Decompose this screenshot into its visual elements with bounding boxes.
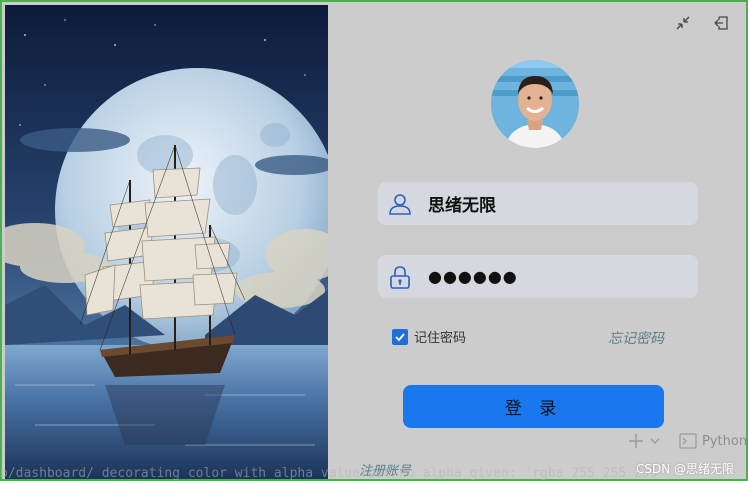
- checkbox-checked[interactable]: [392, 328, 408, 345]
- username-value: 思绪无限: [428, 196, 496, 216]
- csdn-watermark: CSDN @思绪无限: [636, 462, 735, 476]
- lock-icon: [390, 265, 410, 289]
- login-window: 思绪无限 ●●●●●● 记住密码 忘记密码 登 录 注册账号 Python: [0, 0, 748, 481]
- chevron-down-icon[interactable]: [650, 436, 660, 446]
- minimize-button[interactable]: [672, 12, 694, 34]
- terminal-icon: [679, 433, 697, 449]
- forgot-password-link[interactable]: 忘记密码: [608, 328, 664, 348]
- ship-moon-illustration: [5, 5, 328, 479]
- python-terminal-label: Python: [702, 433, 748, 449]
- console-output-text: b/dashboard/ decorating color with alpha…: [0, 466, 658, 481]
- logout-icon: [714, 16, 728, 30]
- login-button[interactable]: 登 录: [403, 385, 664, 428]
- plus-icon[interactable]: [628, 433, 644, 449]
- checkmark-icon: [395, 332, 405, 341]
- password-value: ●●●●●●: [428, 267, 518, 286]
- username-field[interactable]: 思绪无限: [378, 182, 698, 225]
- password-field[interactable]: ●●●●●●: [378, 255, 698, 298]
- python-terminal-tab[interactable]: Python: [679, 433, 748, 449]
- shrink-arrows-icon: [676, 16, 690, 30]
- avatar: [491, 60, 579, 148]
- remember-password-label: 记住密码: [414, 331, 467, 346]
- new-terminal-control[interactable]: [628, 433, 660, 449]
- user-icon: [389, 193, 411, 215]
- remember-password-checkbox[interactable]: 记住密码: [392, 327, 466, 346]
- exit-button[interactable]: [710, 12, 732, 34]
